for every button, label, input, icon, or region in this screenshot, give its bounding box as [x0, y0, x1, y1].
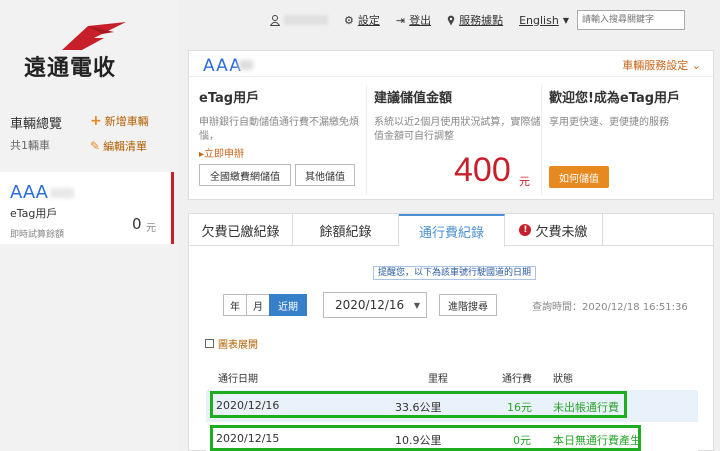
vehicle-count: 共1輛車 — [10, 139, 50, 152]
col-date: 通行日期 — [218, 374, 258, 385]
vehicle-type: eTag用戶 — [10, 207, 58, 220]
welcome-desc: 享用更快速、更便捷的服務 — [549, 117, 669, 128]
tab-toll-records[interactable]: 通行費紀錄 — [399, 214, 505, 247]
etag-user-section: eTag用戶 申辦銀行自動儲值通行費不漏繳免煩惱， ▸立即申辦 — [199, 87, 369, 160]
highlight-box — [210, 391, 627, 418]
gear-icon: ⚙ — [344, 13, 354, 27]
divider — [541, 85, 542, 195]
chevron-down-icon: ⌄ — [691, 59, 701, 72]
plate-redaction — [50, 188, 74, 198]
chevron-down-icon: ▼ — [413, 301, 420, 310]
etag-user-desc: 申辦銀行自動儲值通行費不漏繳免煩惱， — [199, 117, 359, 142]
alert-icon: ! — [519, 224, 532, 236]
location-pin-icon — [447, 15, 455, 25]
welcome-section: 歡迎您!成為eTag用戶 享用更快速、更便捷的服務 — [549, 87, 709, 130]
chart-toggle[interactable]: 圖表展開 — [205, 336, 258, 351]
divider — [366, 85, 367, 195]
suggested-topup-desc: 系統以近2個月使用狀況試算，實際儲值金額可自行調整 — [374, 117, 541, 142]
period-recent[interactable]: 近期 — [269, 294, 307, 316]
service-location-label: 服務據點 — [459, 14, 504, 27]
plus-icon: + — [90, 113, 102, 129]
edit-list-label: 編輯清單 — [103, 140, 148, 153]
vehicle-plate: AAA — [10, 182, 48, 203]
vehicle-balance-caption: 即時試算餘額 — [10, 230, 65, 240]
vehicle-balance-unit: 元 — [146, 223, 156, 234]
add-vehicle-label: 新增車輛 — [104, 115, 149, 128]
col-mileage: 里程 — [428, 374, 448, 385]
chart-toggle-checkbox[interactable] — [205, 339, 214, 348]
suggested-amount: 400 — [454, 151, 511, 189]
info-plate: AAA — [203, 56, 242, 76]
logo-text: 遠通電收 — [24, 55, 117, 81]
chart-toggle-label: 圖表展開 — [218, 340, 258, 351]
add-vehicle-link[interactable]: + 新增車輛 — [90, 113, 149, 129]
brand-logo[interactable]: 遠通電收 — [22, 20, 142, 81]
records-hint: 提醒您，以下為該車號行駛國道的日期 — [373, 266, 537, 280]
username-redaction — [284, 15, 328, 25]
query-time: 查詢時間：2020/12/18 16:51:36 — [532, 302, 688, 313]
col-status: 狀態 — [553, 374, 573, 385]
suggested-amount-unit: 元 — [519, 175, 530, 188]
logout-label: 登出 — [409, 14, 432, 27]
date-value: 2020/12/16 — [335, 298, 405, 312]
vehicle-service-settings-link[interactable]: 車輛服務設定 ⌄ — [622, 57, 701, 73]
period-selector: 年 月 近期 — [223, 294, 307, 316]
vehicle-balance: 0 — [132, 215, 142, 233]
welcome-title: 歡迎您!成為eTag用戶 — [549, 91, 681, 106]
logout-icon: ⇥ — [395, 13, 406, 27]
suggested-topup-section: 建議儲值金額 系統以近2個月使用狀況試算，實際儲值金額可自行調整 — [374, 87, 544, 144]
record-tabs: 欠費已繳紀錄 餘額紀錄 通行費紀錄 ! 欠費未繳 — [189, 214, 713, 247]
settings-link[interactable]: ⚙ 設定 — [344, 12, 380, 28]
other-topup-button[interactable]: 其他儲值 — [295, 164, 355, 186]
user-icon — [270, 14, 280, 26]
tab-unpaid-arrears[interactable]: ! 欠費未繳 — [505, 214, 603, 246]
period-month[interactable]: 月 — [246, 294, 270, 316]
tab-paid-arrears[interactable]: 欠費已繳紀錄 — [189, 214, 293, 246]
pencil-icon: ✎ — [90, 139, 101, 153]
info-header: AAA 車輛服務設定 ⌄ — [189, 51, 713, 77]
col-fee: 通行費 — [502, 374, 532, 385]
logo-swoosh-icon — [62, 22, 126, 50]
table-header: 通行日期 里程 通行費 狀態 — [206, 370, 698, 386]
settings-label: 設定 — [357, 14, 380, 27]
suggested-topup-title: 建議儲值金額 — [374, 91, 453, 106]
logout-link[interactable]: ⇥ 登出 — [396, 12, 431, 28]
sidebar: 遠通電收 車輛總覽 共1輛車 + 新增車輛 ✎ 編輯清單 AAA eTag用戶 … — [0, 0, 178, 451]
chevron-down-icon: ▼ — [562, 15, 569, 25]
vehicle-info-panel: AAA 車輛服務設定 ⌄ eTag用戶 申辦銀行自動儲值通行費不漏繳免煩惱， ▸… — [188, 50, 714, 200]
edit-list-link[interactable]: ✎ 編輯清單 — [90, 138, 147, 154]
date-select[interactable]: 2020/12/16 ▼ — [323, 292, 427, 318]
etag-user-title: eTag用戶 — [199, 91, 260, 106]
tab-unpaid-label: 欠費未繳 — [535, 224, 588, 240]
vehicle-overview-title: 車輛總覽 — [10, 117, 63, 132]
search-input[interactable] — [576, 10, 685, 30]
period-year[interactable]: 年 — [223, 294, 247, 316]
vehicle-card[interactable]: AAA eTag用戶 即時試算餘額 0 元 — [0, 172, 174, 244]
user-menu[interactable] — [270, 14, 328, 26]
language-select[interactable]: English — [519, 14, 559, 27]
top-nav: ⚙ 設定 ⇥ 登出 服務據點 English ▼ — [270, 10, 685, 30]
plate-redaction — [239, 60, 253, 70]
how-to-topup-button[interactable]: 如何儲值 — [549, 166, 609, 188]
advanced-search-button[interactable]: 進階搜尋 — [439, 294, 497, 316]
national-payment-topup-button[interactable]: 全國繳費網儲值 — [199, 164, 291, 186]
tab-balance[interactable]: 餘額紀錄 — [293, 214, 399, 246]
highlight-box — [210, 425, 641, 451]
service-location-link[interactable]: 服務據點 — [447, 12, 503, 28]
vehicle-service-settings-label: 車輛服務設定 — [622, 59, 689, 72]
apply-now-link[interactable]: ▸立即申辦 — [199, 145, 369, 160]
